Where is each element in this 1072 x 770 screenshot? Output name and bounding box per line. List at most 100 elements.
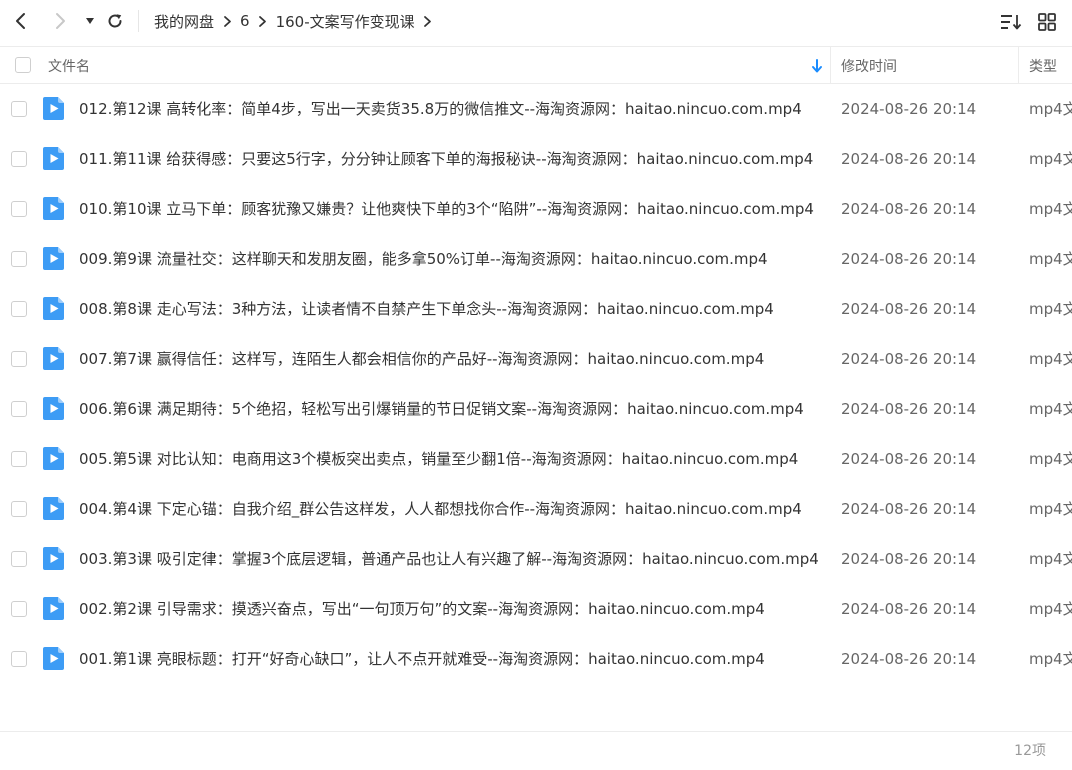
forward-button[interactable] (47, 8, 73, 34)
table-row[interactable]: 003.第3课 吸引定律：掌握3个底层逻辑，普通产品也让人有兴趣了解--海淘资源… (0, 534, 1072, 584)
video-file-icon (43, 247, 64, 270)
grid-view-icon (1038, 13, 1056, 31)
table-row[interactable]: 006.第6课 满足期待：5个绝招，轻松写出引爆销量的节日促销文案--海淘资源网… (0, 384, 1072, 434)
file-modified-time: 2024-08-26 20:14 (841, 250, 977, 268)
file-modified-time: 2024-08-26 20:14 (841, 400, 977, 418)
table-row[interactable]: 005.第5课 对比认知：电商用这3个模板突出卖点，销量至少翻1倍--海淘资源网… (0, 434, 1072, 484)
file-name[interactable]: 006.第6课 满足期待：5个绝招，轻松写出引爆销量的节日促销文案--海淘资源网… (79, 384, 819, 434)
column-header-modified[interactable]: 修改时间 (841, 47, 897, 84)
item-count: 12项 (1014, 743, 1046, 759)
file-modified-time: 2024-08-26 20:14 (841, 200, 977, 218)
row-checkbox[interactable] (11, 101, 27, 117)
caret-down-icon (86, 18, 94, 24)
file-modified-time: 2024-08-26 20:14 (841, 500, 977, 518)
file-type: mp4文件 (1029, 200, 1072, 218)
row-checkbox[interactable] (11, 401, 27, 417)
video-file-icon (43, 347, 64, 370)
chevron-right-icon (214, 15, 240, 28)
column-header-type[interactable]: 类型 (1029, 47, 1057, 84)
video-file-icon (43, 97, 64, 120)
file-name[interactable]: 010.第10课 立马下单：顾客犹豫又嫌贵？让他爽快下单的3个“陷阱”--海淘资… (79, 184, 819, 234)
refresh-icon (108, 14, 122, 28)
file-type: mp4文件 (1029, 350, 1072, 368)
chevron-left-icon (16, 13, 25, 29)
breadcrumb: 我的网盘 6 160-文案写作变现课 (154, 0, 441, 42)
refresh-button[interactable] (102, 8, 128, 34)
file-modified-time: 2024-08-26 20:14 (841, 350, 977, 368)
column-header-name[interactable]: 文件名 (48, 47, 90, 84)
row-checkbox[interactable] (11, 251, 27, 267)
back-button[interactable] (8, 8, 34, 34)
file-modified-time: 2024-08-26 20:14 (841, 300, 977, 318)
table-row[interactable]: 001.第1课 亮眼标题：打开“好奇心缺口”，让人不点开就难受--海淘资源网：h… (0, 634, 1072, 684)
table-row[interactable]: 009.第9课 流量社交：这样聊天和发朋友圈，能多拿50%订单--海淘资源网：h… (0, 234, 1072, 284)
file-modified-time: 2024-08-26 20:14 (841, 600, 977, 618)
file-name[interactable]: 001.第1课 亮眼标题：打开“好奇心缺口”，让人不点开就难受--海淘资源网：h… (79, 634, 819, 684)
file-name[interactable]: 003.第3课 吸引定律：掌握3个底层逻辑，普通产品也让人有兴趣了解--海淘资源… (79, 534, 819, 584)
table-row[interactable]: 012.第12课 高转化率：简单4步，写出一天卖货35.8万的微信推文--海淘资… (0, 84, 1072, 134)
column-divider[interactable] (830, 47, 831, 84)
video-file-icon (43, 147, 64, 170)
row-checkbox[interactable] (11, 451, 27, 467)
file-name[interactable]: 002.第2课 引导需求：摸透兴奋点，写出“一句顶万句”的文案--海淘资源网：h… (79, 584, 819, 634)
file-type: mp4文件 (1029, 250, 1072, 268)
video-file-icon (43, 647, 64, 670)
file-type: mp4文件 (1029, 600, 1072, 618)
row-checkbox[interactable] (11, 351, 27, 367)
breadcrumb-item[interactable]: 我的网盘 (154, 11, 214, 32)
view-toggle-button[interactable] (1035, 10, 1059, 34)
row-checkbox[interactable] (11, 201, 27, 217)
table-row[interactable]: 008.第8课 走心写法：3种方法，让读者情不自禁产生下单念头--海淘资源网：h… (0, 284, 1072, 334)
chevron-right-icon (415, 15, 441, 28)
file-type: mp4文件 (1029, 650, 1072, 668)
file-type: mp4文件 (1029, 100, 1072, 118)
toolbar: 我的网盘 6 160-文案写作变现课 (0, 0, 1072, 42)
table-row[interactable]: 007.第7课 赢得信任：这样写，连陌生人都会相信你的产品好--海淘资源网：ha… (0, 334, 1072, 384)
file-type: mp4文件 (1029, 500, 1072, 518)
video-file-icon (43, 597, 64, 620)
row-checkbox[interactable] (11, 151, 27, 167)
file-modified-time: 2024-08-26 20:14 (841, 450, 977, 468)
file-name[interactable]: 008.第8课 走心写法：3种方法，让读者情不自禁产生下单念头--海淘资源网：h… (79, 284, 819, 334)
row-checkbox[interactable] (11, 551, 27, 567)
status-bar: 12项 (0, 731, 1072, 765)
table-row[interactable]: 011.第11课 给获得感：只要这5行字，分分钟让顾客下单的海报秘诀--海淘资源… (0, 134, 1072, 184)
video-file-icon (43, 197, 64, 220)
column-divider[interactable] (1018, 47, 1019, 84)
file-name[interactable]: 011.第11课 给获得感：只要这5行字，分分钟让顾客下单的海报秘诀--海淘资源… (79, 134, 819, 184)
table-row[interactable]: 010.第10课 立马下单：顾客犹豫又嫌贵？让他爽快下单的3个“陷阱”--海淘资… (0, 184, 1072, 234)
breadcrumb-item[interactable]: 6 (240, 12, 250, 30)
row-checkbox[interactable] (11, 601, 27, 617)
row-checkbox[interactable] (11, 501, 27, 517)
select-all-checkbox[interactable] (15, 57, 31, 73)
video-file-icon (43, 547, 64, 570)
file-name[interactable]: 005.第5课 对比认知：电商用这3个模板突出卖点，销量至少翻1倍--海淘资源网… (79, 434, 819, 484)
row-checkbox[interactable] (11, 651, 27, 667)
file-modified-time: 2024-08-26 20:14 (841, 650, 977, 668)
video-file-icon (43, 397, 64, 420)
sort-button[interactable] (999, 10, 1023, 34)
file-name[interactable]: 004.第4课 下定心锚：自我介绍_群公告这样发，人人都想找你合作--海淘资源网… (79, 484, 819, 534)
file-name[interactable]: 007.第7课 赢得信任：这样写，连陌生人都会相信你的产品好--海淘资源网：ha… (79, 334, 819, 384)
file-name[interactable]: 012.第12课 高转化率：简单4步，写出一天卖货35.8万的微信推文--海淘资… (79, 84, 819, 134)
sort-icon (1001, 15, 1022, 30)
video-file-icon (43, 297, 64, 320)
row-checkbox[interactable] (11, 301, 27, 317)
file-type: mp4文件 (1029, 150, 1072, 168)
table-header: 文件名 修改时间 类型 (0, 46, 1072, 84)
toolbar-divider (138, 10, 139, 32)
video-file-icon (43, 447, 64, 470)
chevron-right-icon (250, 15, 276, 28)
file-modified-time: 2024-08-26 20:14 (841, 550, 977, 568)
breadcrumb-item[interactable]: 160-文案写作变现课 (276, 11, 415, 32)
table-row[interactable]: 002.第2课 引导需求：摸透兴奋点，写出“一句顶万句”的文案--海淘资源网：h… (0, 584, 1072, 634)
table-row[interactable]: 004.第4课 下定心锚：自我介绍_群公告这样发，人人都想找你合作--海淘资源网… (0, 484, 1072, 534)
file-type: mp4文件 (1029, 400, 1072, 418)
video-file-icon (43, 497, 64, 520)
file-name[interactable]: 009.第9课 流量社交：这样聊天和发朋友圈，能多拿50%订单--海淘资源网：h… (79, 234, 819, 284)
sort-descending-icon[interactable] (810, 58, 824, 74)
file-modified-time: 2024-08-26 20:14 (841, 100, 977, 118)
file-type: mp4文件 (1029, 550, 1072, 568)
file-type: mp4文件 (1029, 450, 1072, 468)
history-dropdown-button[interactable] (77, 8, 103, 34)
